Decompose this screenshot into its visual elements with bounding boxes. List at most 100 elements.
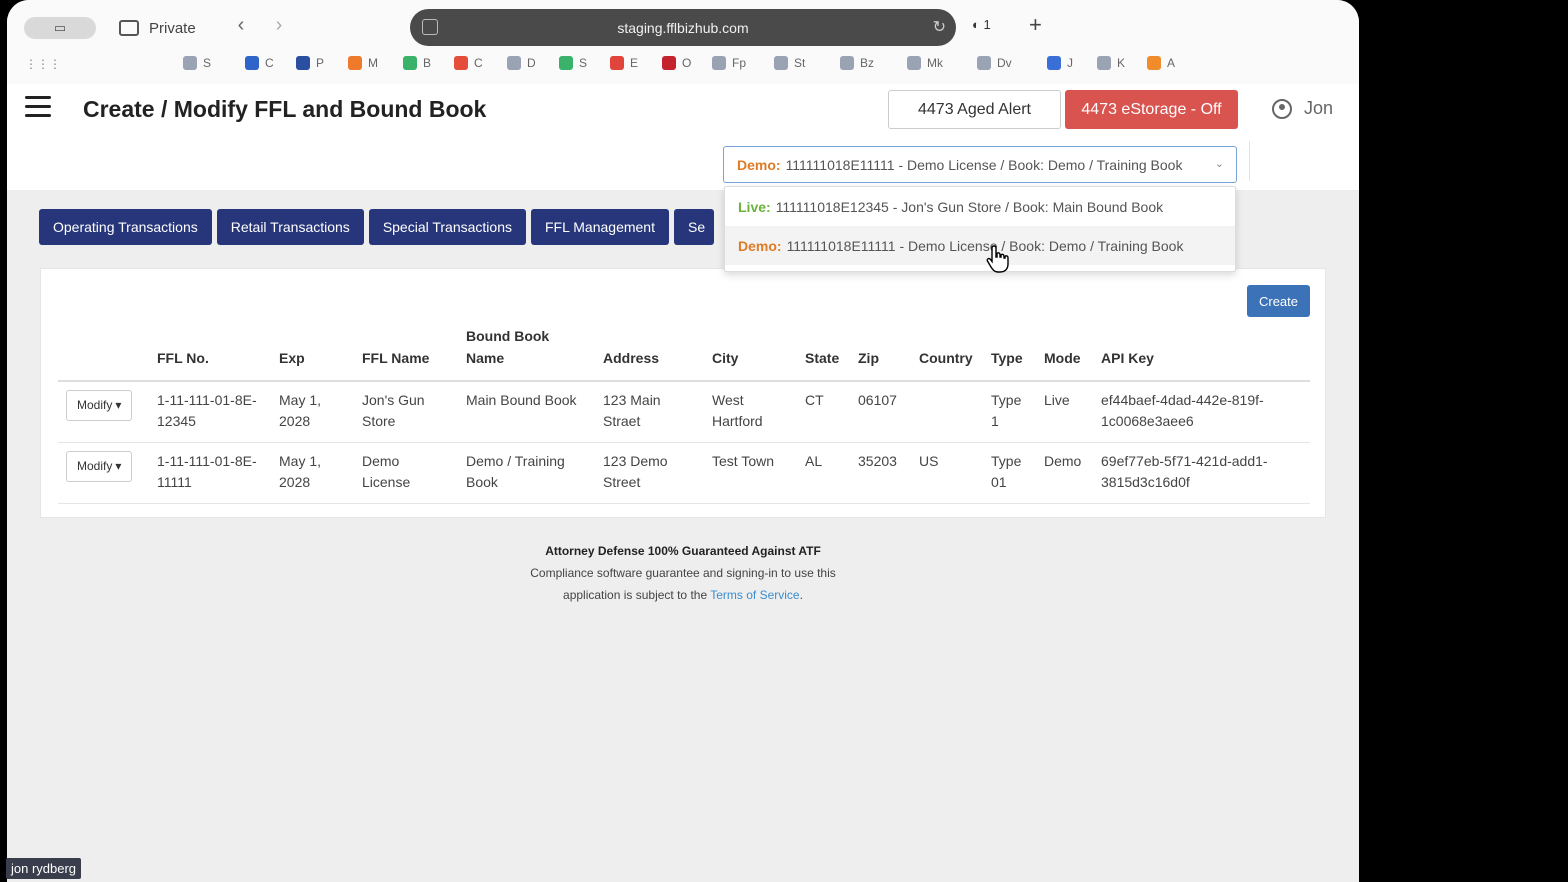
shield-counter[interactable]: ◐ 1 <box>972 17 991 32</box>
estorage-button[interactable]: 4473 eStorage - Off <box>1065 90 1238 129</box>
bookmark-item[interactable]: S <box>183 56 211 70</box>
bookmarks-bar: ⋮⋮⋮ S C P M B C D S E O Fp St Bz Mk Dv J K A <box>7 52 1359 78</box>
bookmark-icon <box>840 56 854 70</box>
new-tab-icon[interactable]: + <box>1029 12 1042 38</box>
bookmark-item[interactable]: M <box>348 56 378 70</box>
aged-alert-button[interactable]: 4473 Aged Alert <box>888 90 1061 129</box>
bookmark-item[interactable]: B <box>403 56 431 70</box>
bookmark-icon <box>296 56 310 70</box>
modify-button[interactable]: Modify ▾ <box>66 451 133 482</box>
cell-zip: 06107 <box>850 381 911 443</box>
col-country: Country <box>911 325 983 382</box>
table-header-row: FFL No. Exp FFL Name Bound Book Name Address… <box>58 325 1310 382</box>
sidebar-toggle-button[interactable]: ▭ <box>24 17 96 39</box>
modify-label: Modify <box>77 459 113 473</box>
cell-ffl-no: 1-11-111-01-8E-11111 <box>149 442 271 504</box>
private-tab-group[interactable]: Private <box>119 14 196 42</box>
tab-retail-transactions[interactable]: Retail Transactions <box>216 209 364 245</box>
footer-line-2: application is subject to the Terms of S… <box>7 584 1359 606</box>
cell-zip: 35203 <box>850 442 911 504</box>
bookmark-icon <box>183 56 197 70</box>
page-header: Create / Modify FFL and Bound Book 4473 … <box>7 84 1359 190</box>
bookmark-item[interactable]: E <box>610 56 638 70</box>
cell-country <box>911 381 983 443</box>
tab-operating-transactions[interactable]: Operating Transactions <box>39 209 212 245</box>
bookmark-item[interactable]: Fp <box>712 56 746 70</box>
tab-special-transactions[interactable]: Special Transactions <box>368 209 526 245</box>
shield-count: 1 <box>983 17 991 32</box>
participant-name-tag: jon rydberg <box>6 858 82 879</box>
bookmark-item[interactable]: P <box>296 56 324 70</box>
page-title: Create / Modify FFL and Bound Book <box>83 96 487 122</box>
user-name: Jon <box>1304 98 1334 118</box>
bookmark-item[interactable]: O <box>662 56 691 70</box>
bookmark-item[interactable]: C <box>454 56 483 70</box>
bookmark-icon <box>559 56 573 70</box>
bookmark-label: Bz <box>860 56 875 70</box>
bound-book-select[interactable]: Demo: 111111018E11111 - Demo License / B… <box>723 146 1237 183</box>
bookmark-icon <box>977 56 991 70</box>
dropdown-option-live[interactable]: Live: 111111018E12345 - Jon's Gun Store … <box>725 187 1235 226</box>
bookmark-label: Dv <box>997 56 1012 70</box>
bookmark-label: St <box>794 56 806 70</box>
bookmark-label: O <box>682 56 692 70</box>
page: Create / Modify FFL and Bound Book 4473 … <box>7 84 1359 882</box>
bookmark-icon <box>1097 56 1111 70</box>
footer-period: . <box>799 588 803 602</box>
menu-icon[interactable] <box>25 96 51 118</box>
dropdown-option-demo[interactable]: Demo: 111111018E11111 - Demo License / B… <box>725 226 1235 265</box>
bookmark-icon <box>348 56 362 70</box>
bookmark-label: J <box>1067 56 1073 70</box>
option-mode-tag: Demo: <box>738 237 782 254</box>
ffl-table-card: Create FFL No. Exp FFL Name Bound Book Name… <box>40 268 1326 518</box>
bookmark-item[interactable]: St <box>774 56 805 70</box>
bookmark-label: S <box>579 56 588 70</box>
bookmark-icon <box>507 56 521 70</box>
terms-of-service-link[interactable]: Terms of Service <box>710 588 799 602</box>
apps-grid-icon[interactable]: ⋮⋮⋮ <box>25 57 61 71</box>
bookmark-item[interactable]: K <box>1097 56 1125 70</box>
address-bar[interactable]: staging.fflbizhub.com ↻ <box>410 9 956 46</box>
col-type: Type <box>983 325 1036 382</box>
modify-button[interactable]: Modify ▾ <box>66 390 133 421</box>
create-button[interactable]: Create <box>1247 285 1310 317</box>
caret-down-icon: ▾ <box>115 459 122 473</box>
tab-settings[interactable]: Se <box>673 209 714 245</box>
site-settings-icon[interactable] <box>422 19 438 35</box>
bookmark-item[interactable]: Bz <box>840 56 874 70</box>
cell-bound-book-name: Main Bound Book <box>458 381 595 443</box>
reload-icon[interactable]: ↻ <box>933 17 946 37</box>
bookmark-label: S <box>203 56 212 70</box>
selected-mode-tag: Demo: <box>737 156 781 173</box>
bookmark-label: E <box>630 56 639 70</box>
footer-title: Attorney Defense 100% Guaranteed Against… <box>545 544 821 558</box>
forward-icon[interactable]: › <box>269 14 289 37</box>
bookmark-item[interactable]: A <box>1147 56 1175 70</box>
bookmark-icon <box>403 56 417 70</box>
bookmark-item[interactable]: Dv <box>977 56 1012 70</box>
cell-mode: Live <box>1036 381 1093 443</box>
bound-book-dropdown: Live: 111111018E12345 - Jon's Gun Store … <box>724 186 1236 272</box>
bookmark-label: A <box>1167 56 1176 70</box>
sidebar-icon <box>119 20 139 36</box>
bookmark-item[interactable]: J <box>1047 56 1073 70</box>
back-icon[interactable]: ‹ <box>231 14 251 37</box>
user-menu[interactable]: Jon <box>1272 98 1333 119</box>
bookmark-item[interactable]: Mk <box>907 56 943 70</box>
footer-line-2-text: application is subject to the <box>563 588 708 602</box>
col-bound-book-name: Bound Book Name <box>458 325 595 382</box>
bookmark-item[interactable]: C <box>245 56 274 70</box>
cell-country: US <box>911 442 983 504</box>
col-state: State <box>797 325 850 382</box>
cell-ffl-name: Demo License <box>354 442 458 504</box>
bookmark-label: B <box>423 56 432 70</box>
tab-ffl-management[interactable]: FFL Management <box>531 209 669 245</box>
table-row: Modify ▾ 1-11-111-01-8E-12345 May 1, 2028 Jo… <box>58 381 1310 443</box>
col-ffl-name: FFL Name <box>354 325 458 382</box>
bookmark-label: Mk <box>927 56 943 70</box>
bookmark-item[interactable]: D <box>507 56 536 70</box>
col-api-key: API Key <box>1093 325 1310 382</box>
divider <box>1249 141 1250 181</box>
option-value: 111111018E12345 - Jon's Gun Store / Book… <box>775 198 1164 215</box>
bookmark-item[interactable]: S <box>559 56 587 70</box>
